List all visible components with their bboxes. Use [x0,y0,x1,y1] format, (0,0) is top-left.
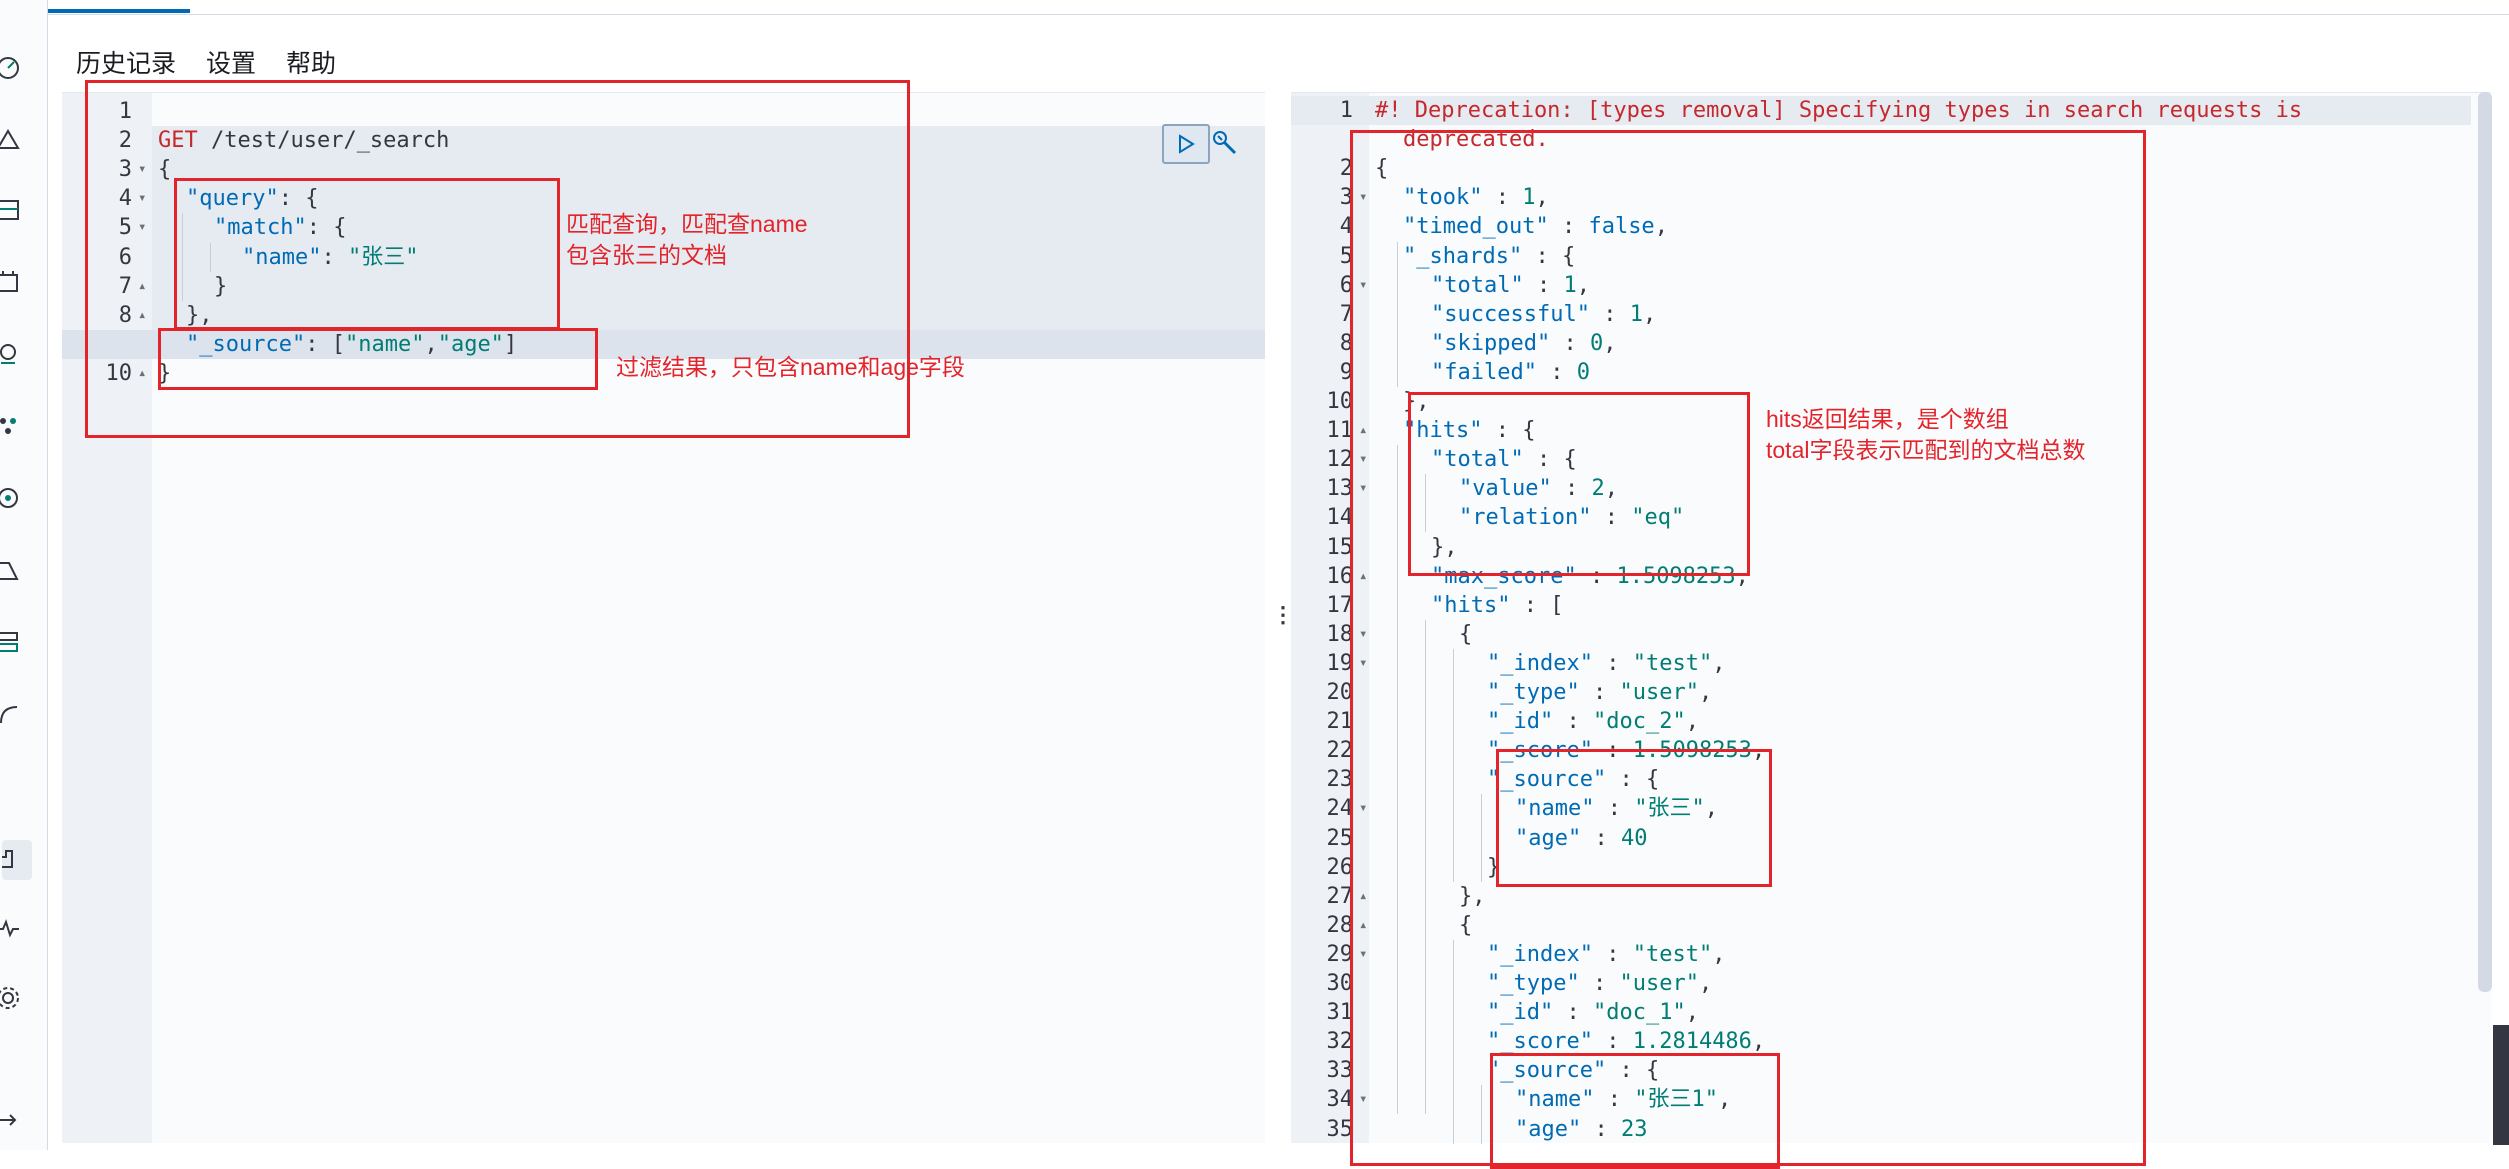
annotation-box-source-2 [1490,1053,1780,1169]
deprecation-warning: #! Deprecation: [types removal] Specifyi… [1375,98,2303,123]
monitoring-icon[interactable] [0,908,40,948]
line-number: 34 ▾ [1326,1087,1368,1113]
line-number: 10 [1326,389,1354,414]
line-number: 23 [1326,767,1354,793]
line-number: 20 [1326,680,1354,705]
console-menu: 历史记录 设置 帮助 [76,44,336,80]
page-scrollbar-thumb[interactable] [2493,1025,2509,1145]
line-number: 24 ▾ [1326,796,1368,822]
line-number: 9 [1339,359,1353,385]
menu-help[interactable]: 帮助 [286,44,336,80]
line-number: 16 ▴ [1326,563,1368,589]
line-number: 31 [1326,1000,1354,1026]
left-nav-sidebar [0,0,48,1150]
siem-icon[interactable] [0,694,40,734]
devtools-icon[interactable] [2,840,32,880]
annotation-box-query [174,178,560,330]
ml-icon[interactable] [0,406,40,446]
line-number: 18 ▾ [1326,621,1368,647]
collapse-icon[interactable] [0,1100,40,1140]
line-number: 22 [1326,738,1354,764]
annotation-hits-note: hits返回结果，是个数组 total字段表示匹配到的文档总数 [1766,404,2085,466]
line-number: 1 [1339,98,1353,123]
line-number: 13 ▾ [1326,476,1368,502]
play-icon [1179,134,1195,154]
annotation-box-response [1350,130,2146,1166]
line-number: 7 [1339,301,1353,327]
line-number: 12 ▾ [1326,447,1368,473]
canvas-icon[interactable] [0,262,40,302]
request-options-button[interactable] [1208,126,1242,160]
annotation-source-note: 过滤结果，只包含name和age字段 [616,352,965,383]
wrench-icon [1213,131,1237,155]
active-tab-indicator [48,9,190,13]
uptime-icon[interactable] [0,622,40,662]
line-number: 32 [1326,1029,1354,1055]
apm-icon[interactable] [0,550,40,590]
menu-history[interactable]: 历史记录 [76,44,176,80]
management-icon[interactable] [0,978,40,1018]
annotation-query-note: 匹配查询，匹配查name 包含张三的文档 [566,209,808,271]
line-number: 19 ▾ [1326,650,1368,676]
line-number: 5 [1339,243,1353,269]
line-number: 14 [1326,505,1354,531]
maps-icon[interactable] [0,334,40,374]
output-scrollbar[interactable] [2478,92,2492,992]
annotation-box-source-1 [1496,749,1772,887]
line-number: 3 ▾ [1339,185,1368,211]
dashboard-icon[interactable] [0,48,40,88]
annotation-box-source [158,328,598,390]
line-number: 27 ▴ [1326,883,1368,909]
annotation-text: 包含张三的文档 [566,242,727,268]
annotation-box-hits [1408,392,1750,576]
discover-icon[interactable] [0,118,40,158]
line-number: 33 [1326,1058,1354,1084]
line-number: 29 ▾ [1326,941,1368,967]
annotation-text: 过滤结果，只包含name和age字段 [616,354,965,380]
graph-icon[interactable] [0,478,40,518]
line-number: 4 [1339,214,1353,240]
line-number: 35 [1326,1116,1354,1142]
line-number: 21 [1326,709,1354,735]
line-number: 25 [1326,825,1354,851]
line-number: 30 [1326,971,1354,996]
line-number: 28 ▴ [1326,912,1368,938]
menu-settings[interactable]: 设置 [206,44,256,80]
line-number: 6 ▾ [1339,272,1368,298]
line-number: 17 [1326,592,1354,618]
top-tab-strip [48,0,2509,15]
line-number: 11 ▴ [1326,418,1368,444]
send-request-button[interactable] [1162,124,1210,164]
line-number: 26 [1326,854,1354,880]
line-number: 15 [1326,534,1354,560]
annotation-text: total字段表示匹配到的文档总数 [1766,437,2086,463]
line-number: 8 [1339,330,1353,356]
line-number: 2 [1339,156,1353,182]
visualize-icon[interactable] [0,190,40,230]
annotation-text: 匹配查询，匹配查name [566,211,808,237]
annotation-text: hits返回结果，是个数组 [1766,406,2009,432]
